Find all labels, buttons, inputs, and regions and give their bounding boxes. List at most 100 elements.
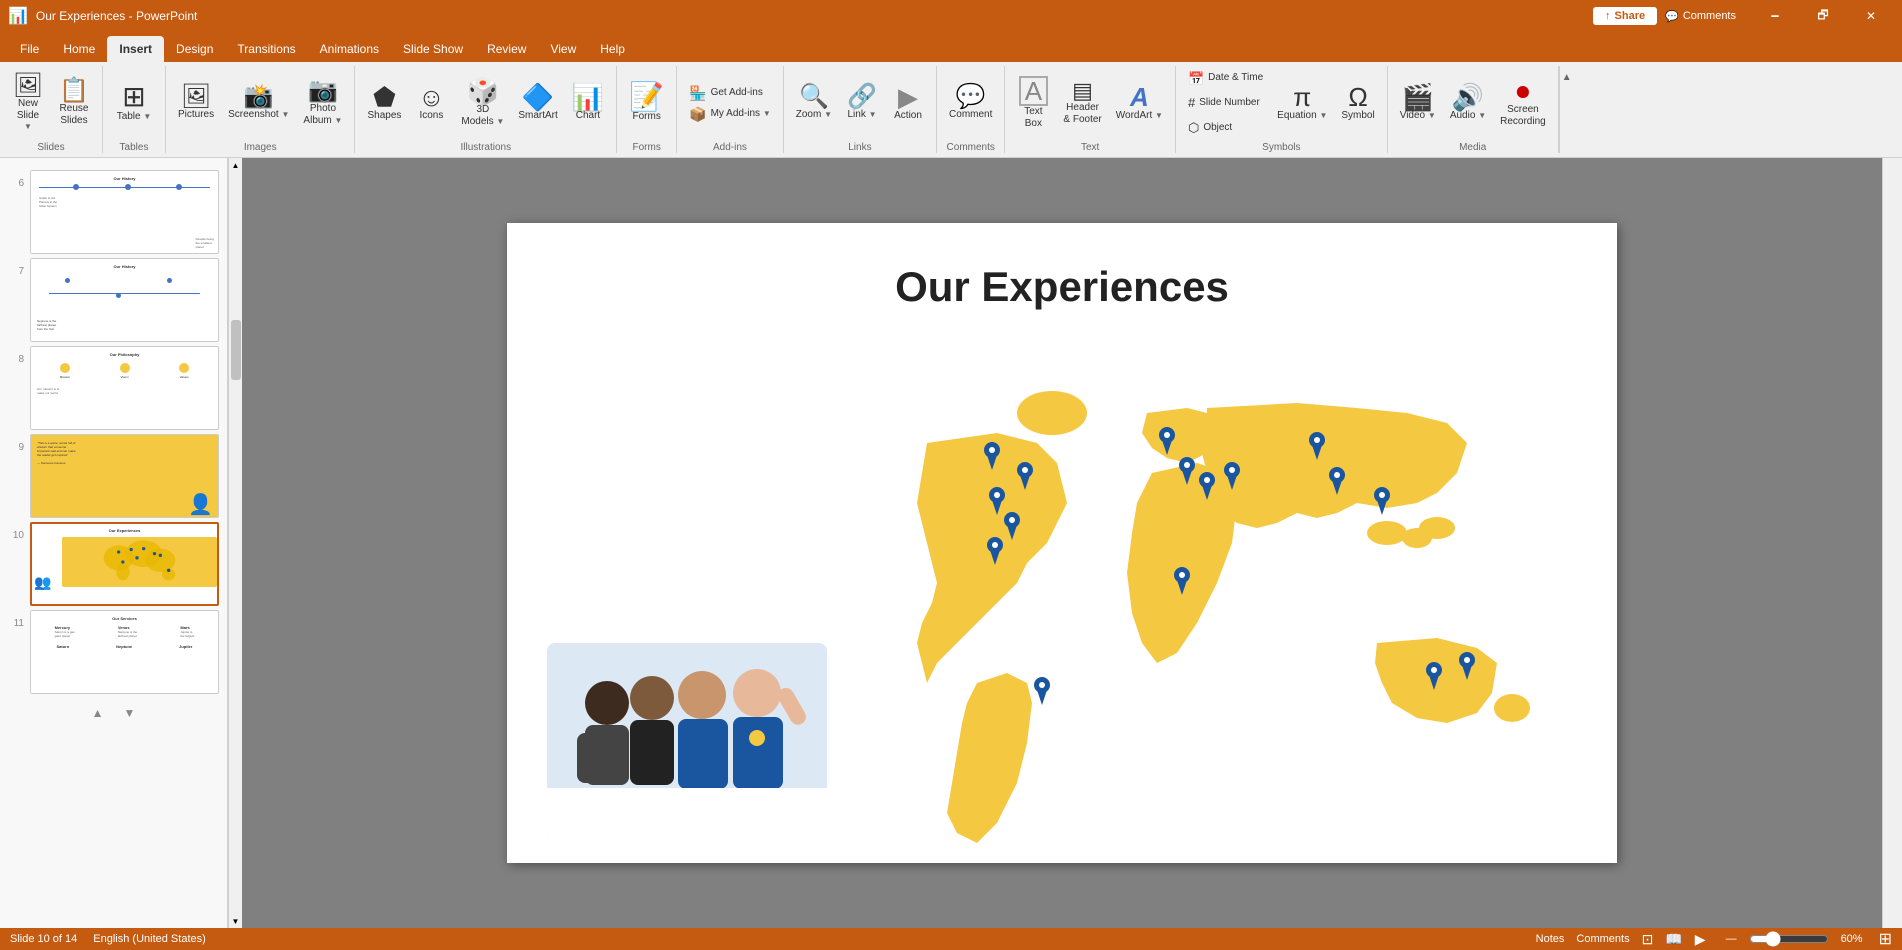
tab-home[interactable]: Home (51, 36, 107, 62)
shapes-button[interactable]: ⬟ Shapes (361, 80, 407, 126)
table-button[interactable]: ⊞ Table ▼ (109, 79, 159, 127)
chart-button[interactable]: 📊 Chart (566, 80, 610, 126)
reuse-slides-button[interactable]: 📋 ReuseSlides (52, 75, 96, 131)
link-button[interactable]: 🔗 Link ▼ (840, 81, 884, 125)
photo-album-button[interactable]: 📷 PhotoAlbum ▼ (297, 75, 348, 131)
ribbon-group-forms: 📝 Forms Forms (617, 66, 677, 153)
text-group-label: Text (1081, 140, 1099, 153)
tab-animations[interactable]: Animations (308, 36, 391, 62)
slide-thumbnail-9[interactable]: 9 "This is a quote, words full ofwisdom … (8, 434, 219, 518)
slide-canvas[interactable]: Our Experiences (507, 223, 1617, 863)
forms-button[interactable]: 📝 Forms (623, 79, 670, 127)
new-slide-button[interactable]: 🖼 NewSlide ▼ (6, 70, 50, 136)
audio-button[interactable]: 🔊 Audio ▼ (1444, 80, 1492, 126)
maximize-button[interactable]: 🗗 (1800, 0, 1846, 32)
wordart-button[interactable]: A WordArt ▼ (1110, 80, 1169, 126)
links-group-label: Links (848, 140, 871, 153)
zoom-button[interactable]: 🔍 Zoom ▼ (790, 81, 838, 125)
screenshot-icon: 📸 (244, 85, 274, 109)
ribbon-group-addins: 🏪 Get Add-ins 📦 My Add-ins ▼ Add-ins (677, 66, 784, 153)
screen-recording-button[interactable]: ⏺ ScreenRecording (1494, 74, 1552, 132)
scroll-down-arrow[interactable]: ▼ (229, 914, 243, 928)
minimize-button[interactable]: 🗕 (1752, 0, 1798, 32)
scroll-thumb[interactable] (231, 320, 241, 380)
slides-scroll-up[interactable]: ▲ (92, 706, 104, 720)
comments-button[interactable]: 💬 Comments (1665, 10, 1736, 23)
tab-design[interactable]: Design (164, 36, 225, 62)
my-addins-button[interactable]: 📦 My Add-ins ▼ (683, 104, 777, 124)
reuse-slides-icon: 📋 (59, 79, 89, 103)
slide-thumbnail-6[interactable]: 6 Our History Guide to the Planets in th… (8, 170, 219, 254)
3d-models-icon: 🎲 (467, 78, 499, 104)
ribbon-collapse-button[interactable]: ▲ (1560, 70, 1574, 85)
equation-icon: π (1293, 84, 1311, 110)
slides-scroll-down[interactable]: ▼ (124, 706, 136, 720)
slide-editing-area: Our Experiences (242, 158, 1882, 928)
tab-insert[interactable]: Insert (107, 36, 164, 62)
comments-status[interactable]: Comments (1576, 933, 1629, 945)
icons-icon: ☺ (418, 84, 445, 110)
ribbon-group-links: 🔍 Zoom ▼ 🔗 Link ▼ ▶ Action Links (784, 66, 937, 153)
pictures-button[interactable]: 🖼 Pictures (172, 81, 220, 125)
tables-group-label: Tables (120, 140, 149, 153)
forms-group-label: Forms (632, 140, 660, 153)
slide-thumbnail-10[interactable]: 10 Our Experiences 👥 (8, 522, 219, 606)
addins-group-label: Add-ins (713, 140, 747, 153)
fit-slide-button[interactable]: ⊞ (1879, 929, 1892, 949)
screenshot-button[interactable]: 📸 Screenshot ▼ (222, 81, 295, 125)
scroll-up-arrow[interactable]: ▲ (229, 158, 243, 172)
share-button[interactable]: ↑ Share (1593, 7, 1657, 25)
zoom-slider[interactable] (1749, 931, 1829, 947)
slide-thumbnail-8[interactable]: 8 Our Philosophy Mission Vision (8, 346, 219, 430)
icons-button[interactable]: ☺ Icons (409, 80, 453, 126)
action-button[interactable]: ▶ Action (886, 80, 930, 126)
ribbon-group-slides: 🖼 NewSlide ▼ 📋 ReuseSlides Slides (0, 66, 103, 153)
slides-scrollbar[interactable]: ▲ ▼ (228, 158, 242, 928)
close-button[interactable]: ✕ (1848, 0, 1894, 32)
header-footer-icon: ▤ (1072, 80, 1093, 102)
tab-review[interactable]: Review (475, 36, 538, 62)
header-footer-button[interactable]: ▤ Header& Footer (1057, 76, 1107, 130)
ribbon-group-comments: 💬 Comment Comments (937, 66, 1005, 153)
view-slideshow-button[interactable]: ▶ (1695, 931, 1706, 948)
video-button[interactable]: 🎬 Video ▼ (1394, 80, 1442, 126)
view-reading-button[interactable]: 📖 (1665, 931, 1682, 948)
date-time-button[interactable]: 📅 Date & Time (1182, 69, 1269, 88)
video-icon: 🎬 (1402, 84, 1434, 110)
slide-title[interactable]: Our Experiences (507, 263, 1617, 311)
tab-transitions[interactable]: Transitions (225, 36, 307, 62)
comment-button[interactable]: 💬 Comment (943, 81, 998, 125)
tab-help[interactable]: Help (588, 36, 637, 62)
language-info: English (United States) (93, 933, 206, 945)
tab-file[interactable]: File (8, 36, 51, 62)
text-box-button[interactable]: A TextBox (1011, 72, 1055, 134)
text-box-icon: A (1019, 76, 1048, 106)
slide-number-icon: # (1188, 96, 1195, 109)
illustrations-group-label: Illustrations (461, 140, 512, 153)
pictures-icon: 🖼 (181, 85, 211, 109)
tab-view[interactable]: View (538, 36, 588, 62)
get-addins-button[interactable]: 🏪 Get Add-ins (683, 83, 777, 103)
view-normal-button[interactable]: ⊡ (1642, 931, 1654, 948)
chart-icon: 📊 (572, 84, 604, 110)
equation-button[interactable]: π Equation ▼ (1271, 80, 1333, 126)
slide-thumbnail-11[interactable]: 11 Our Services Mercury Saturn is a gasg… (8, 610, 219, 694)
zoom-icon: 🔍 (799, 85, 829, 109)
object-icon: ⬡ (1188, 121, 1199, 134)
notes-button[interactable]: Notes (1536, 933, 1565, 945)
screen-recording-icon: ⏺ (1516, 78, 1529, 104)
3d-models-button[interactable]: 🎲 3DModels ▼ (455, 74, 510, 132)
world-map[interactable] (877, 383, 1577, 863)
symbols-group-label: Symbols (1262, 140, 1300, 153)
symbol-button[interactable]: Ω Symbol (1335, 80, 1380, 126)
smartart-button[interactable]: 🔷 SmartArt (512, 80, 563, 126)
slide-info: Slide 10 of 14 (10, 933, 77, 945)
document-title: Our Experiences - PowerPoint (36, 9, 1593, 23)
slide-thumbnail-7[interactable]: 7 Our History Neptune is thefarthest pla… (8, 258, 219, 342)
my-addins-icon: 📦 (689, 107, 706, 121)
object-button[interactable]: ⬡ Object (1182, 118, 1269, 137)
slide-number-button[interactable]: # Slide Number (1182, 93, 1269, 112)
group-illustration (547, 643, 827, 843)
scroll-track[interactable] (229, 172, 243, 914)
tab-slideshow[interactable]: Slide Show (391, 36, 475, 62)
